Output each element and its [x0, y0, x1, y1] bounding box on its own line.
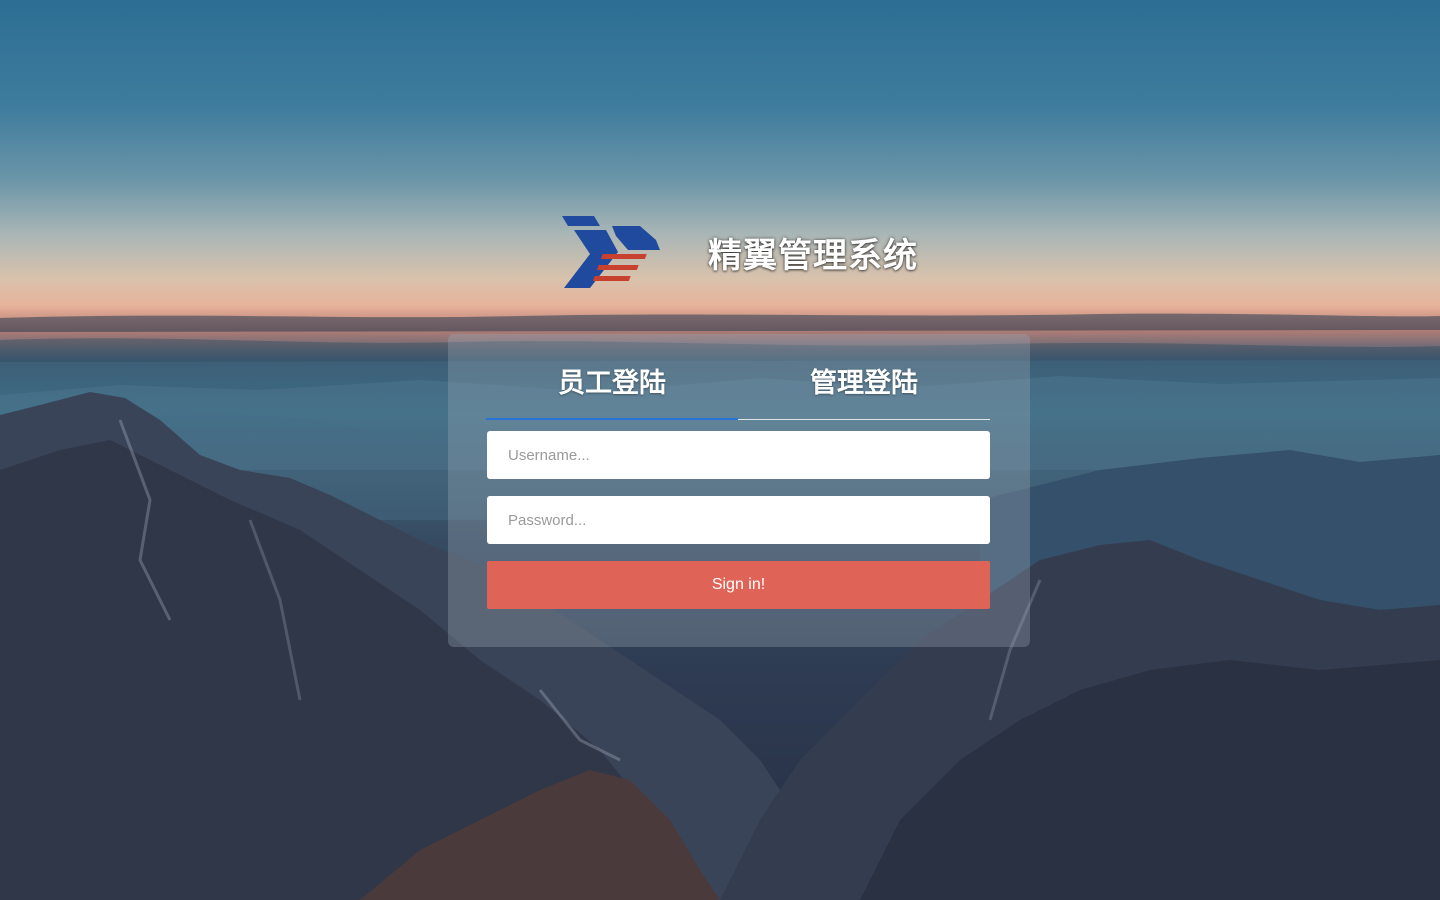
username-input[interactable] [487, 431, 990, 479]
app-title: 精翼管理系统 [708, 236, 918, 276]
sign-in-button[interactable]: Sign in! [487, 561, 990, 609]
tab-admin-login[interactable]: 管理登陆 [738, 355, 990, 419]
password-input[interactable] [487, 496, 990, 544]
tab-employee-login[interactable]: 员工登陆 [486, 355, 738, 420]
jingyi-logo [560, 212, 664, 292]
login-tabs: 员工登陆 管理登陆 [486, 355, 990, 420]
